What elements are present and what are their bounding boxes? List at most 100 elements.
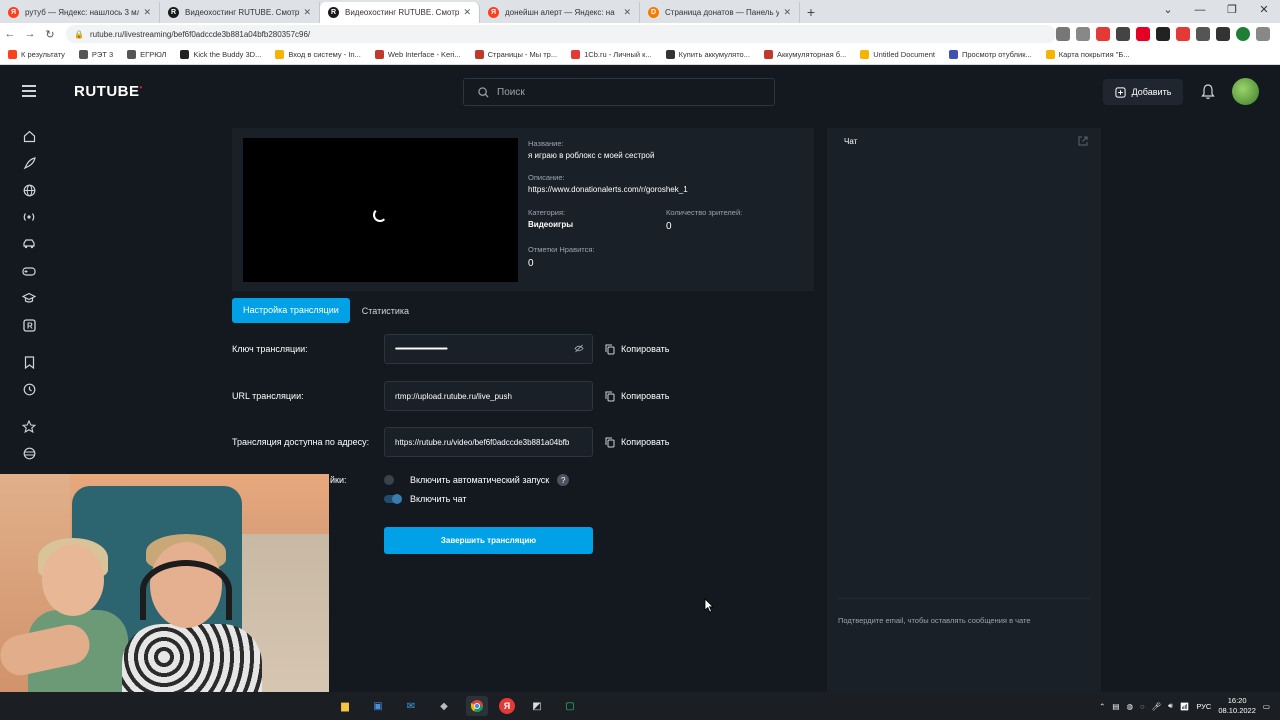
autostart-toggle[interactable] [384,475,402,485]
avatar[interactable] [1232,78,1259,105]
copy-public-url-button[interactable]: Копировать [605,437,669,448]
tray-icon[interactable]: ◌ [1140,702,1144,711]
bookmark-item[interactable]: РЭТ 3 [78,50,113,59]
add-button[interactable]: Добавить [1103,79,1183,105]
world-icon[interactable] [18,442,40,464]
stream-key-input[interactable]: ••••••••••••••••••••••••••••••••••••••••… [384,334,593,364]
chat-toggle[interactable] [384,494,402,504]
new-tab-button[interactable]: + [800,2,822,23]
share-icon[interactable] [1056,27,1070,41]
bookmark-icon[interactable] [18,351,40,373]
globe-icon[interactable] [18,179,40,201]
obs-icon[interactable]: ▢ [559,696,581,716]
pinterest-icon[interactable] [1136,27,1150,41]
bookmark-item[interactable]: Просмотр отублик... [948,50,1032,59]
rutube-originals-icon[interactable]: R [18,314,40,336]
tray-icon[interactable]: ◍ [1127,702,1134,711]
extension-icon[interactable] [1176,27,1190,41]
bookmark-item[interactable]: Страницы - Мы тр... [474,50,558,59]
eye-off-icon[interactable] [574,344,584,355]
chrome-icon[interactable] [466,696,488,716]
app-icon[interactable]: ◆ [433,696,455,716]
tray-icon[interactable]: ▤ [1112,702,1119,711]
search-input[interactable]: Поиск [463,78,775,106]
menu-icon[interactable] [22,85,36,97]
tab-stream-settings[interactable]: Настройка трансляции [232,298,350,323]
close-tab-icon[interactable]: ✕ [143,7,151,18]
bookmark-item[interactable]: Web Interface - Keri... [374,50,461,59]
chevron-up-icon[interactable]: ⌃ [1099,702,1105,711]
extension-icon[interactable] [1116,27,1130,41]
menu-icon[interactable] [1256,27,1270,41]
bookmark-item[interactable]: 1Cb.ru - Личный к... [571,50,652,59]
car-icon[interactable] [18,233,40,255]
notifications-icon[interactable]: ▭ [1263,702,1270,711]
browser-tab[interactable]: Ядонейшн алерт — Яндекс: на ✕ [480,2,640,23]
file-explorer-icon[interactable]: ▆ [334,696,356,716]
bookmark-item[interactable]: К результату [8,50,65,59]
extension-icon[interactable] [1096,27,1110,41]
reload-icon[interactable]: ↻ [40,28,60,41]
url-input[interactable]: 🔒 rutube.ru/livestreaming/bef6f0adccde3b… [66,25,1056,43]
tab-statistics[interactable]: Статистика [362,306,409,316]
bookmark-item[interactable]: ЕГРЮЛ [127,50,166,59]
mail-icon[interactable]: ✉ [400,696,422,716]
bookmark-star-icon[interactable] [1076,27,1090,41]
extension-icon[interactable] [1156,27,1170,41]
stream-key-row: Ключ трансляции: •••••••••••••••••••••••… [232,334,692,364]
profile-avatar[interactable] [1236,27,1250,41]
gamepad-icon[interactable] [18,260,40,282]
back-icon[interactable]: ← [0,28,20,40]
finish-stream-button[interactable]: Завершить трансляцию [384,527,593,554]
bookmark-item[interactable]: Untitled Document [860,50,935,59]
close-tab-icon[interactable]: ✕ [623,7,631,18]
bookmark-item[interactable]: Карта покрытия "Б... [1045,50,1130,59]
stream-url-input[interactable]: rtmp://upload.rutube.ru/live_push [384,381,593,411]
settings-label: йки: [330,475,347,485]
roblox-icon[interactable]: ◩ [526,696,548,716]
browser-tab[interactable]: R Видеохостинг RUTUBE. Смотри ✕ [320,2,480,23]
microphone-icon[interactable]: 🎤︎ [1152,702,1162,711]
rocket-icon[interactable] [18,152,40,174]
sidebar-icon[interactable] [1216,27,1230,41]
video-player[interactable] [243,138,518,282]
store-icon[interactable]: ▣ [367,696,389,716]
network-icon[interactable]: 📶︎ [1180,702,1190,711]
bookmark-label: Страницы - Мы тр... [487,50,558,59]
bookmark-favicon-icon [1045,50,1055,59]
stream-description-link[interactable]: https://www.donationalerts.com/r/goroshe… [528,185,688,194]
clock[interactable]: 16:20 08.10.2022 [1218,696,1256,716]
bookmark-item[interactable]: Купить аккумулято... [665,50,750,59]
live-icon[interactable] [18,206,40,228]
close-tab-icon[interactable]: ✕ [303,7,311,18]
close-window-button[interactable]: ✕ [1248,0,1280,23]
bookmark-item[interactable]: Аккумуляторная б... [763,50,846,59]
forward-icon[interactable]: → [20,28,40,40]
close-tab-icon[interactable]: ✕ [783,7,791,18]
history-icon[interactable] [18,378,40,400]
browser-tab[interactable]: R Видеохостинг RUTUBE. Смотри ✕ [160,2,320,23]
close-tab-icon[interactable]: ✕ [463,7,471,18]
copy-stream-url-button[interactable]: Копировать [605,391,669,402]
bookmark-item[interactable]: Kick the Buddy 3D... [180,50,261,59]
popout-icon[interactable] [1078,136,1088,146]
graduation-cap-icon[interactable] [18,287,40,309]
yandex-browser-icon[interactable]: Я [499,698,515,714]
puzzle-icon[interactable] [1196,27,1210,41]
favicon-icon: R [328,7,339,18]
bell-icon[interactable] [1201,84,1215,100]
stream-public-url-input[interactable]: https://rutube.ru/video/bef6f0adccde3b88… [384,427,593,457]
home-icon[interactable] [18,125,40,147]
bookmark-item[interactable]: Вход в систему - In... [275,50,361,59]
volume-icon[interactable]: 🔊︎ [1168,701,1173,711]
restore-button[interactable]: ❐ [1216,0,1248,23]
tab-search-icon[interactable]: ⌄ [1152,0,1184,23]
copy-stream-key-button[interactable]: Копировать [605,344,669,355]
rutube-logo[interactable]: RUTUBE• [74,83,143,100]
browser-tab[interactable]: Ярутуб — Яндекс: нашлось 3 млн ✕ [0,2,160,23]
browser-tab[interactable]: D Страница донатов — Панель уп ✕ [640,2,800,23]
star-icon[interactable] [18,415,40,437]
help-icon[interactable]: ? [557,474,570,486]
language-indicator[interactable]: РУС [1196,702,1211,711]
minimize-button[interactable]: — [1184,0,1216,23]
